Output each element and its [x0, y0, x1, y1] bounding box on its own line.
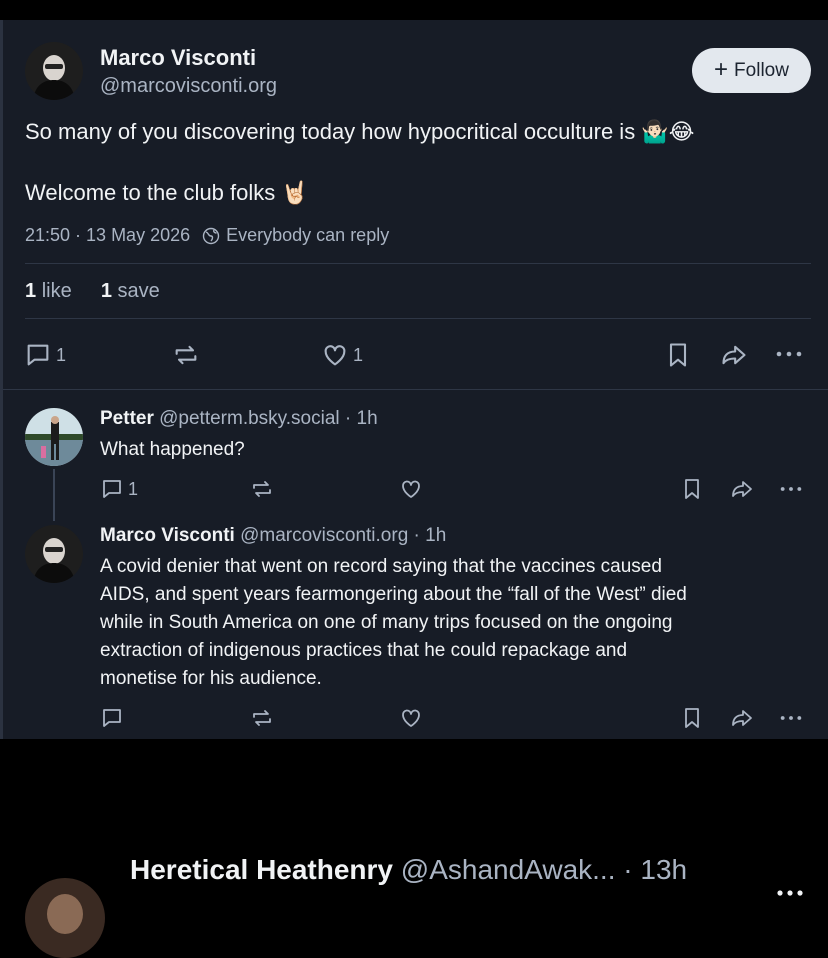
reply-count: 1: [56, 344, 67, 365]
saves-stat[interactable]: 1 save: [101, 280, 160, 302]
repost-button[interactable]: [250, 477, 274, 501]
thread-connector: [53, 469, 55, 521]
next-post-author-name[interactable]: Heretical Heathenry: [130, 854, 393, 885]
share-icon: [732, 481, 752, 497]
like-button[interactable]: [399, 477, 423, 501]
repost-icon: [175, 345, 197, 365]
comment-icon: [103, 480, 121, 498]
share-button[interactable]: [719, 341, 749, 369]
heart-icon: [402, 480, 420, 498]
reply-text-petter: What happened?: [100, 439, 245, 460]
heart-icon: [324, 345, 346, 366]
share-icon: [722, 345, 746, 365]
bookmark-button[interactable]: [664, 341, 692, 369]
next-post-avatar[interactable]: [25, 878, 105, 958]
reply-author-name[interactable]: Petter: [100, 408, 154, 429]
bookmark-icon: [685, 479, 699, 499]
follow-label: Follow: [734, 59, 789, 81]
reply-count: 1: [128, 478, 139, 499]
reply-author-name[interactable]: Marco Visconti: [100, 525, 235, 546]
reply-button[interactable]: 1: [24, 341, 66, 369]
repost-button[interactable]: [250, 706, 274, 730]
reply-text-line: monetise for his audience.: [100, 668, 322, 689]
share-icon: [732, 710, 752, 726]
post-text-line2: Welcome to the club folks 🤘🏻: [25, 180, 309, 205]
reply-setting[interactable]: Everybody can reply: [226, 225, 389, 246]
bookmark-icon: [685, 708, 699, 728]
plus-icon: +: [714, 55, 729, 83]
status-bar: [0, 0, 828, 20]
reply-text-line: A covid denier that went on record sayin…: [100, 556, 662, 577]
thread-panel: Marco Visconti @marcovisconti.org + Foll…: [0, 20, 828, 739]
reply-button[interactable]: [100, 706, 124, 730]
comment-icon: [103, 709, 121, 727]
repost-button[interactable]: [172, 341, 200, 369]
globe-icon: [202, 227, 220, 245]
like-count: 1: [353, 344, 364, 365]
repost-icon: [253, 481, 271, 497]
next-post-header: Heretical Heathenry @AshandAwak... · 13h: [130, 854, 687, 886]
reply-text-line: AIDS, and spent years fearmongering abou…: [100, 584, 687, 605]
more-icon: [776, 351, 802, 357]
post-text-line1: So many of you discovering today how hyp…: [25, 119, 695, 144]
post-separator: [3, 389, 828, 390]
reply-author-handle[interactable]: @petterm.bsky.social · 1h: [159, 408, 378, 429]
more-button[interactable]: [774, 342, 804, 366]
reply-avatar-petter[interactable]: [25, 408, 83, 466]
reply-author-handle[interactable]: @marcovisconti.org · 1h: [240, 525, 446, 546]
bookmark-button[interactable]: [680, 477, 704, 501]
like-button[interactable]: 1: [321, 341, 363, 369]
reply-text-line: while in South America on one of many tr…: [100, 612, 673, 633]
reply-text-line: extraction of indigenous practices that …: [100, 640, 628, 661]
more-icon[interactable]: [775, 880, 805, 912]
reply-header-marco: Marco Visconti @marcovisconti.org · 1h: [100, 525, 446, 547]
post-timestamp: 21:50 · 13 May 2026: [25, 225, 191, 245]
reply-header-petter: Petter @petterm.bsky.social · 1h: [100, 408, 378, 430]
heart-icon: [402, 709, 420, 727]
more-icon: [780, 716, 802, 720]
reply-button[interactable]: 1: [100, 477, 138, 501]
repost-icon: [253, 710, 271, 726]
author-name[interactable]: Marco Visconti: [100, 45, 256, 71]
divider-bottom: [25, 318, 811, 319]
next-post-handle[interactable]: @AshandAwak... · 13h: [401, 854, 687, 885]
comment-icon: [27, 344, 49, 366]
likes-stat[interactable]: 1 like: [25, 280, 72, 302]
bookmark-button[interactable]: [680, 706, 704, 730]
author-avatar[interactable]: [25, 42, 83, 100]
panel-border: [0, 20, 3, 739]
bookmark-icon: [669, 343, 687, 367]
divider-top: [25, 263, 811, 264]
more-button[interactable]: [777, 708, 805, 728]
more-icon: [780, 487, 802, 491]
follow-button[interactable]: + Follow: [692, 48, 811, 93]
more-button[interactable]: [777, 479, 805, 499]
author-handle[interactable]: @marcovisconti.org: [100, 75, 277, 98]
reply-text-marco: A covid denier that went on record sayin…: [100, 553, 800, 693]
post-meta: 21:50 · 13 May 2026 Everybody can reply: [25, 225, 389, 246]
share-button[interactable]: [729, 706, 755, 730]
post-stats: 1 like 1 save: [25, 280, 160, 303]
like-button[interactable]: [399, 706, 423, 730]
reply-avatar-marco[interactable]: [25, 525, 83, 583]
share-button[interactable]: [729, 477, 755, 501]
